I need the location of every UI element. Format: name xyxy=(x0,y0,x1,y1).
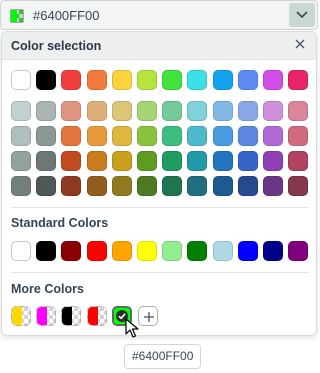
color-swatch[interactable] xyxy=(187,101,208,121)
color-swatch[interactable] xyxy=(86,241,107,261)
color-swatch[interactable] xyxy=(288,101,309,121)
color-swatch[interactable] xyxy=(237,126,258,146)
color-swatch[interactable] xyxy=(36,70,57,90)
color-value-text: #6400FF00 xyxy=(33,8,100,23)
color-swatch[interactable] xyxy=(162,176,183,196)
custom-color-swatch[interactable] xyxy=(86,306,107,326)
color-swatch[interactable] xyxy=(187,176,208,196)
color-swatch[interactable] xyxy=(288,70,309,90)
color-swatch[interactable] xyxy=(36,241,57,261)
color-swatch[interactable] xyxy=(162,151,183,171)
color-picker-combo[interactable]: #6400FF00 xyxy=(0,0,318,30)
color-swatch[interactable] xyxy=(162,241,183,261)
color-value-tooltip: #6400FF00 xyxy=(124,344,202,369)
color-swatch[interactable] xyxy=(288,241,309,261)
color-swatch[interactable] xyxy=(212,101,233,121)
panel-header: Color selection xyxy=(2,32,316,60)
color-swatch[interactable] xyxy=(137,241,157,261)
color-swatch[interactable] xyxy=(162,70,183,90)
color-swatch[interactable] xyxy=(212,151,233,171)
color-swatch[interactable] xyxy=(212,70,233,90)
color-swatch[interactable] xyxy=(61,101,82,121)
color-swatch[interactable] xyxy=(61,126,82,146)
color-swatch[interactable] xyxy=(61,70,82,90)
color-swatch[interactable] xyxy=(86,126,107,146)
color-swatch[interactable] xyxy=(237,101,258,121)
color-swatch[interactable] xyxy=(36,151,57,171)
color-swatch[interactable] xyxy=(237,151,258,171)
color-swatch[interactable] xyxy=(212,126,233,146)
color-swatch[interactable] xyxy=(137,126,157,146)
custom-color-swatch[interactable] xyxy=(11,306,31,326)
color-swatch[interactable] xyxy=(288,176,309,196)
color-swatch[interactable] xyxy=(11,241,31,261)
color-swatch[interactable] xyxy=(187,151,208,171)
color-swatch[interactable] xyxy=(111,126,132,146)
color-swatch[interactable] xyxy=(137,151,157,171)
color-swatch[interactable] xyxy=(86,70,107,90)
color-swatch[interactable] xyxy=(137,70,157,90)
color-selection-panel: Color selection Standard Colors More Col… xyxy=(1,31,317,336)
color-swatch[interactable] xyxy=(86,151,107,171)
standard-colors-label: Standard Colors xyxy=(11,216,109,230)
color-swatch[interactable] xyxy=(111,241,132,261)
color-swatch[interactable] xyxy=(111,151,132,171)
color-swatch[interactable] xyxy=(263,241,283,261)
custom-color-swatch[interactable] xyxy=(36,306,57,326)
color-swatch[interactable] xyxy=(111,101,132,121)
add-color-button[interactable] xyxy=(138,306,158,326)
color-swatch[interactable] xyxy=(162,126,183,146)
color-swatch[interactable] xyxy=(187,241,208,261)
color-swatch[interactable] xyxy=(237,241,258,261)
color-swatch[interactable] xyxy=(263,151,283,171)
custom-color-swatch[interactable] xyxy=(61,306,82,326)
color-swatch[interactable] xyxy=(111,176,132,196)
color-swatch[interactable] xyxy=(187,70,208,90)
color-swatch[interactable] xyxy=(288,126,309,146)
close-icon[interactable] xyxy=(294,38,306,50)
panel-title: Color selection xyxy=(11,39,102,53)
dropdown-toggle-button[interactable] xyxy=(289,3,315,27)
color-swatch[interactable] xyxy=(61,151,82,171)
color-swatch[interactable] xyxy=(11,126,31,146)
selected-color-swatch xyxy=(10,9,24,23)
color-swatch[interactable] xyxy=(111,70,132,90)
color-swatch[interactable] xyxy=(61,176,82,196)
color-swatch[interactable] xyxy=(187,126,208,146)
color-swatch[interactable] xyxy=(11,101,31,121)
color-swatch[interactable] xyxy=(86,176,107,196)
color-swatch[interactable] xyxy=(263,126,283,146)
color-swatch[interactable] xyxy=(36,126,57,146)
color-swatch[interactable] xyxy=(137,176,157,196)
chevron-down-icon xyxy=(296,11,308,19)
color-swatch[interactable] xyxy=(212,241,233,261)
color-swatch[interactable] xyxy=(11,70,31,90)
plus-icon xyxy=(144,312,154,322)
color-swatch[interactable] xyxy=(86,101,107,121)
color-swatch[interactable] xyxy=(237,70,258,90)
more-colors-label: More Colors xyxy=(11,282,84,296)
color-swatch[interactable] xyxy=(137,101,157,121)
color-swatch[interactable] xyxy=(162,101,183,121)
color-swatch[interactable] xyxy=(212,176,233,196)
color-swatch[interactable] xyxy=(263,101,283,121)
color-swatch[interactable] xyxy=(263,70,283,90)
color-swatch[interactable] xyxy=(11,151,31,171)
color-swatch[interactable] xyxy=(11,176,31,196)
divider xyxy=(11,272,308,273)
color-swatch[interactable] xyxy=(237,176,258,196)
mouse-cursor-icon xyxy=(125,318,139,338)
color-swatch[interactable] xyxy=(36,101,57,121)
color-swatch[interactable] xyxy=(263,176,283,196)
divider xyxy=(11,207,308,208)
color-swatch[interactable] xyxy=(61,241,82,261)
color-swatch[interactable] xyxy=(288,151,309,171)
color-swatch[interactable] xyxy=(36,176,57,196)
